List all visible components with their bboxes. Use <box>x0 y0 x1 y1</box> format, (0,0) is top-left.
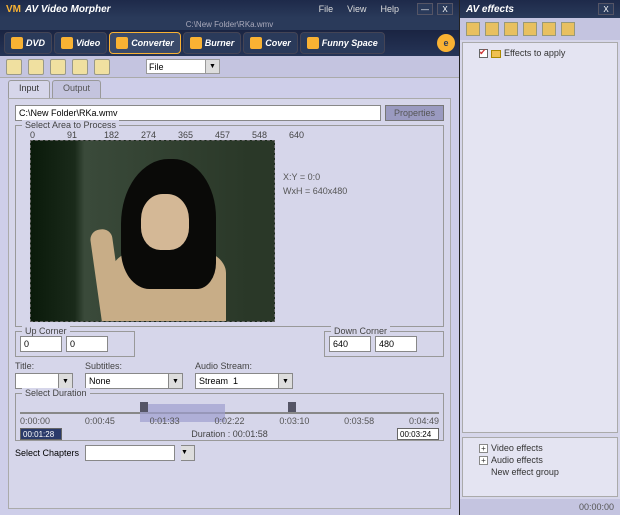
titlebar: VM AV Video Morpher File View Help — X <box>0 0 459 18</box>
title-select[interactable] <box>15 373 59 389</box>
preview-figure <box>111 159 231 322</box>
effects-panel: AV effects X Effects to apply +Video eff… <box>459 0 620 515</box>
main-window: VM AV Video Morpher File View Help — X C… <box>0 0 459 515</box>
chevron-down-icon: ▼ <box>209 63 216 70</box>
video-preview[interactable] <box>30 140 275 322</box>
converter-icon <box>116 37 128 49</box>
title-label: Title: <box>15 361 75 371</box>
up-corner-fieldset: Up Corner <box>15 331 135 357</box>
duration-in-input[interactable] <box>20 428 62 440</box>
toolbar: ▼ <box>0 56 459 78</box>
source-file-input[interactable] <box>15 105 381 121</box>
tool-2-icon[interactable] <box>28 59 44 75</box>
down-corner-x-input[interactable] <box>329 336 371 352</box>
duration-value: 00:01:58 <box>233 429 268 439</box>
subtitles-label: Subtitles: <box>85 361 185 371</box>
tab-funny-space[interactable]: Funny Space <box>300 32 385 54</box>
tab-cover[interactable]: Cover <box>243 32 298 54</box>
tool-1-icon[interactable] <box>6 59 22 75</box>
select-area-fieldset: Select Area to Process 09118227436545754… <box>15 125 444 327</box>
menu-help[interactable]: Help <box>380 4 399 14</box>
properties-button[interactable]: Properties <box>385 105 444 121</box>
audio-stream-select[interactable] <box>195 373 279 389</box>
down-corner-y-input[interactable] <box>375 336 417 352</box>
app-logo: VM <box>6 4 21 15</box>
effects-library-tree[interactable]: +Video effects +Audio effects New effect… <box>462 437 618 497</box>
e-button[interactable]: e <box>437 34 455 52</box>
effects-to-apply-node[interactable]: Effects to apply <box>467 47 613 59</box>
folder-icon <box>491 50 501 58</box>
app-title: AV Video Morpher <box>25 4 111 15</box>
expand-icon[interactable]: + <box>479 456 488 465</box>
tab-dvd[interactable]: DVD <box>4 32 52 54</box>
ruler-vertical <box>20 140 30 322</box>
menu-file[interactable]: File <box>319 4 334 14</box>
effects-statusbar: 00:00:00 <box>460 499 620 515</box>
file-selector-dropdown[interactable]: ▼ <box>206 59 220 74</box>
select-duration-fieldset: Select Duration 0:00:000:00:450:01:330:0… <box>15 393 444 441</box>
subtitles-dropdown[interactable]: ▼ <box>169 373 183 389</box>
effects-title: AV effects <box>466 4 514 15</box>
tool-4-icon[interactable] <box>72 59 88 75</box>
effects-tool-2-icon[interactable] <box>485 22 499 36</box>
file-selector-input[interactable] <box>146 59 206 74</box>
effects-time: 00:00:00 <box>579 502 614 512</box>
effects-tool-4-icon[interactable] <box>523 22 537 36</box>
close-button[interactable]: X <box>437 3 453 15</box>
coords-readout: X:Y = 0:0 WxH = 640x480 <box>283 140 439 322</box>
effects-apply-tree[interactable]: Effects to apply <box>462 42 618 433</box>
audio-stream-label: Audio Stream: <box>195 361 295 371</box>
menu-view[interactable]: View <box>347 4 366 14</box>
timeline-in-marker[interactable] <box>140 402 148 412</box>
tool-5-icon[interactable] <box>94 59 110 75</box>
input-tab[interactable]: Input <box>8 80 50 98</box>
ruler-horizontal: 091182274365457548640 <box>20 130 439 140</box>
input-panel: Properties Select Area to Process 091182… <box>8 98 451 509</box>
select-area-legend: Select Area to Process <box>22 120 119 130</box>
audio-effects-node[interactable]: +Audio effects <box>467 454 613 466</box>
effects-close-button[interactable]: X <box>598 3 614 15</box>
dvd-icon <box>11 37 23 49</box>
effects-tool-3-icon[interactable] <box>504 22 518 36</box>
effects-tool-1-icon[interactable] <box>466 22 480 36</box>
funny-icon <box>307 37 319 49</box>
burner-icon <box>190 37 202 49</box>
effects-toolbar <box>460 18 620 40</box>
duration-out-input[interactable] <box>397 428 439 440</box>
up-corner-y-input[interactable] <box>66 336 108 352</box>
nav-tabs: DVD Video Converter Burner Cover Funny S… <box>0 30 459 56</box>
video-effects-node[interactable]: +Video effects <box>467 442 613 454</box>
video-icon <box>61 37 73 49</box>
timeline[interactable]: 0:00:000:00:450:01:330:02:220:03:100:03:… <box>20 402 439 436</box>
effects-tool-6-icon[interactable] <box>561 22 575 36</box>
tab-video[interactable]: Video <box>54 32 107 54</box>
cover-icon <box>250 37 262 49</box>
tab-converter[interactable]: Converter <box>109 32 181 54</box>
new-effect-group-node[interactable]: New effect group <box>467 466 613 478</box>
tool-3-icon[interactable] <box>50 59 66 75</box>
tab-burner[interactable]: Burner <box>183 32 242 54</box>
select-chapters-label: Select Chapters <box>15 448 79 458</box>
down-corner-fieldset: Down Corner <box>324 331 444 357</box>
title-dropdown[interactable]: ▼ <box>59 373 73 389</box>
timeline-track <box>20 412 439 414</box>
chapters-select[interactable] <box>85 445 175 461</box>
effects-tool-5-icon[interactable] <box>542 22 556 36</box>
audio-stream-dropdown[interactable]: ▼ <box>279 373 293 389</box>
current-path-bar: C:\New Folder\RKa.wmv <box>0 18 459 30</box>
timeline-out-marker[interactable] <box>288 402 296 412</box>
checkbox-icon[interactable] <box>479 49 488 58</box>
minimize-button[interactable]: — <box>417 3 433 15</box>
output-tab[interactable]: Output <box>52 80 101 98</box>
expand-icon[interactable]: + <box>479 444 488 453</box>
subtitles-select[interactable] <box>85 373 169 389</box>
chapters-dropdown[interactable]: ▼ <box>181 445 195 461</box>
up-corner-x-input[interactable] <box>20 336 62 352</box>
